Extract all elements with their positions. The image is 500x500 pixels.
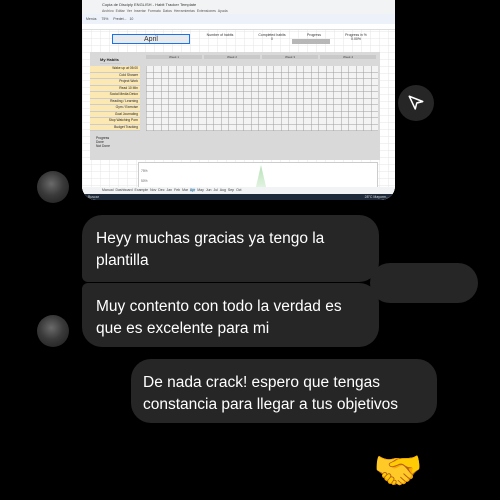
message-bubble-sent[interactable]: De nada crack! espero que tengas constan…	[131, 359, 437, 423]
sheet-tab: Aug	[219, 188, 226, 192]
sheet-tab: Nov	[150, 188, 157, 192]
handshake-emoji[interactable]: 🤝	[373, 447, 423, 495]
menu-item: Extensiones	[196, 9, 216, 13]
checkbox-grid	[146, 66, 378, 131]
taskbar: Buscar 28°C Mayorm...	[82, 194, 395, 200]
doc-title: Copia de Disciply ENGLISH - Habit Tracke…	[82, 0, 395, 8]
sheet-tab: Feb	[174, 188, 181, 192]
menu-item: Herramientas	[173, 9, 195, 13]
summary-labels: Progress Done Not Done	[96, 136, 140, 148]
month-title: April	[112, 34, 190, 44]
habit-row: Budget Tracking	[90, 124, 140, 131]
my-habits-label: My Habits	[100, 57, 121, 64]
taskbar-weather: 28°C Mayorm...	[364, 195, 389, 199]
taskbar-search: Buscar	[88, 195, 99, 199]
bubble-extension	[370, 263, 478, 303]
message-bubble[interactable]: Muy contento con todo la verdad es que e…	[82, 283, 379, 347]
progress-pct-label: Progress in % 0.00%	[345, 33, 367, 41]
habit-tracker: My Habits Week 1 Week 2 Week 3 Week 4 Wa…	[90, 52, 380, 160]
menu-item: Ver	[126, 9, 132, 13]
avatar[interactable]	[37, 315, 69, 347]
summary-label: Not Done	[96, 144, 110, 148]
sheet-tab-active: Apr	[189, 188, 196, 192]
sheet-tab: Example	[134, 188, 149, 192]
sheet-tab: Jan	[166, 188, 173, 192]
week-header: Week 3	[262, 55, 318, 59]
share-button[interactable]	[398, 85, 434, 121]
week-header: Week 2	[204, 55, 260, 59]
habits-count-label: Number of habits	[206, 33, 234, 37]
send-icon	[408, 95, 424, 110]
toolbar-search: Menús	[86, 17, 97, 21]
chart-tick: 50%	[141, 179, 148, 183]
sheet-tab: Mar	[182, 188, 189, 192]
message-bubble[interactable]: Heyy muchas gracias ya tengo la plantill…	[82, 215, 379, 282]
menu-item: Insertar	[133, 9, 146, 13]
menu-item: Formato	[147, 9, 161, 13]
sheet-grid: April Number of habits Completed habits …	[82, 30, 395, 200]
sheet-tab: Dashboard	[115, 188, 133, 192]
chart-tick: 75%	[141, 169, 148, 173]
sheet-tab: Sep	[227, 188, 235, 192]
font-size: 10	[129, 17, 134, 21]
sheet-tab: Jul	[213, 188, 218, 192]
sheet-tab: Dec	[158, 188, 165, 192]
sheet-tab: Manual	[102, 188, 114, 192]
menu-item: Archivo	[102, 9, 114, 13]
menu-item: Editar	[115, 9, 125, 13]
menu-item: Datos	[162, 9, 172, 13]
avatar[interactable]	[37, 171, 69, 203]
shared-image[interactable]: Copia de Disciply ENGLISH - Habit Tracke…	[82, 0, 395, 200]
font-select: Predet...	[113, 17, 127, 21]
zoom-level: 75%	[101, 17, 109, 21]
sheet-tabs: Manual Dashboard Example Nov Dec Jan Feb…	[82, 187, 395, 194]
habit-list: Wake up at 05:00 Cold Shower Project Wor…	[90, 66, 140, 131]
sheet-tab: May	[197, 188, 204, 192]
sheet-tab: Jun	[205, 188, 212, 192]
doc-toolbar: Menús 75% Predet... 10	[82, 14, 395, 24]
progress-bar	[292, 39, 330, 44]
week-header: Week 1	[146, 55, 202, 59]
sheet-tab: Oct	[236, 188, 242, 192]
week-header: Week 4	[320, 55, 376, 59]
progress-label: Progress	[306, 33, 321, 37]
completed-label: Completed habits 0	[258, 33, 286, 41]
menu-item: Ayuda	[217, 9, 228, 13]
